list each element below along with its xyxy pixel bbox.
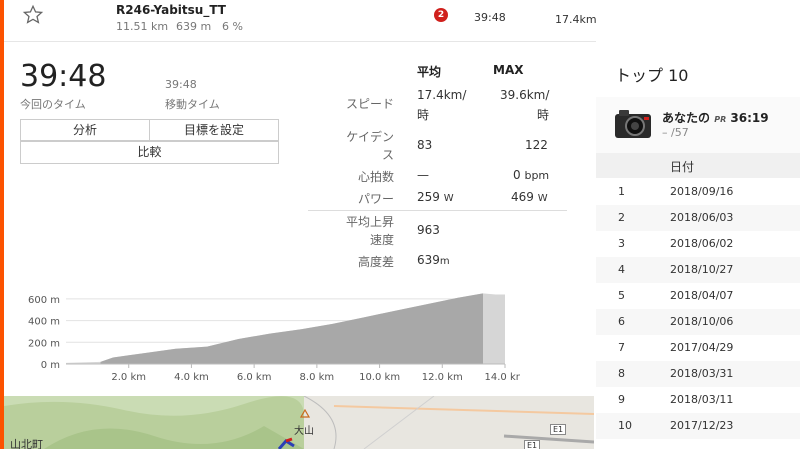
leaderboard-rank: 8 (618, 367, 625, 380)
segment-elevation: 639 m (176, 20, 212, 33)
elevation-gain-label: 高度差 (357, 255, 394, 269)
leaderboard-date: 2017/04/29 (670, 341, 734, 354)
speed-avg-unit: 時 (417, 108, 430, 122)
leaderboard-row[interactable]: 5 2018/04/07 (596, 283, 800, 309)
y-tick-label: 600 m (28, 295, 60, 306)
leaderboard-row[interactable]: 6 2018/10/06 (596, 309, 800, 335)
stats-divider (308, 210, 567, 211)
vam-value: 963 (417, 223, 440, 237)
y-tick-label: 400 m (28, 317, 60, 328)
elevation-area-segment (100, 293, 484, 364)
route-map[interactable]: 大山 山北町 E1 E1 (4, 396, 594, 449)
elevation-gain-value: 639m (417, 253, 450, 267)
leaderboard-row[interactable]: 10 2017/12/23 (596, 413, 800, 439)
activity-accent-bar (0, 0, 4, 449)
speed-max-unit: 時 (537, 108, 550, 122)
avg-column-header: 平均 (417, 65, 442, 79)
leaderboard-date: 2018/10/06 (670, 315, 734, 328)
speed-label: スピード (345, 97, 394, 111)
leaderboard-date: 2018/03/31 (670, 367, 734, 380)
leaderboard-row[interactable]: 8 2018/03/31 (596, 361, 800, 387)
map-road-label: E1 (550, 424, 567, 435)
achievement-badge: 2 (434, 8, 448, 22)
leaderboard-rank: 7 (618, 341, 625, 354)
cadence-label-2: ス (381, 148, 394, 162)
leaderboard-row[interactable]: 7 2017/04/29 (596, 335, 800, 361)
leaderboard-date: 2018/03/11 (670, 393, 734, 406)
leaderboard-date: 2018/06/02 (670, 237, 734, 250)
map-town-label: 山北町 (10, 438, 43, 449)
power-avg: 259 W (417, 190, 454, 204)
segment-grade: 6 % (222, 20, 243, 33)
date-column-header: 日付 (670, 160, 695, 174)
moving-time-label: 移動タイム (165, 98, 220, 111)
heart-rate-max: 0 bpm (513, 168, 550, 182)
y-tick-label: 200 m (28, 338, 60, 349)
y-tick-label: 0 m (41, 360, 60, 371)
leaderboard-rank: 2 (618, 211, 625, 224)
vam-label: 平均上昇 (345, 215, 394, 229)
your-result-name: あなたの PR 36:19 (662, 111, 769, 125)
moving-time: 39:48 (165, 78, 197, 91)
cadence-max: 122 (525, 138, 548, 152)
max-column-header: MAX (493, 63, 524, 77)
x-tick-label: 2.0 km (111, 372, 146, 383)
x-tick-label: 14.0 km (485, 372, 520, 383)
star-icon[interactable] (22, 4, 44, 26)
leaderboard-rank: 6 (618, 315, 625, 328)
leaderboard-title: トップ 10 (615, 66, 689, 85)
leaderboard-header (596, 153, 800, 178)
analysis-button[interactable]: 分析 (20, 119, 150, 141)
leaderboard-date: 2018/10/27 (670, 263, 734, 276)
compare-button[interactable]: 比較 (20, 141, 279, 164)
speed-avg: 17.4km/ (417, 88, 467, 102)
heart-rate-avg: — (417, 168, 429, 182)
leaderboard-rank: 10 (618, 419, 632, 432)
peak-icon (300, 409, 310, 418)
x-tick-label: 6.0 km (237, 372, 272, 383)
leaderboard-rank: 1 (618, 185, 625, 198)
cadence-avg: 83 (417, 138, 433, 152)
top-time: 39:48 (474, 11, 506, 24)
set-goal-button[interactable]: 目標を設定 (149, 119, 279, 141)
heart-rate-label: 心拍数 (357, 170, 394, 184)
leaderboard-date: 2018/04/07 (670, 289, 734, 302)
leaderboard-rank: 4 (618, 263, 625, 276)
leaderboard-date: 2018/09/16 (670, 185, 734, 198)
x-tick-label: 4.0 km (174, 372, 209, 383)
elapsed-time-label: 今回のタイム (20, 98, 86, 111)
x-tick-label: 8.0 km (300, 372, 335, 383)
your-rank: – /57 (662, 126, 689, 139)
map-peak-label: 大山 (294, 426, 314, 437)
leaderboard-row[interactable]: 4 2018/10/27 (596, 257, 800, 283)
leaderboard-row[interactable]: 1 2018/09/16 (596, 179, 800, 205)
cadence-label: ケイデン (346, 130, 394, 144)
divider (4, 41, 600, 42)
map-road-label-2: E1 (524, 440, 541, 449)
speed-max: 39.6km/ (500, 88, 550, 102)
leaderboard-row[interactable]: 3 2018/06/02 (596, 231, 800, 257)
vam-label-2: 速度 (369, 233, 394, 247)
leaderboard-date: 2017/12/23 (670, 419, 734, 432)
segment-name[interactable]: R246-Yabitsu_TT (116, 3, 226, 17)
x-tick-label: 12.0 km (422, 372, 463, 383)
leaderboard-row[interactable]: 9 2018/03/11 (596, 387, 800, 413)
power-max: 469 W (511, 190, 548, 204)
power-label: パワー (357, 192, 394, 206)
avatar[interactable] (614, 108, 652, 140)
segment-distance: 11.51 km (116, 20, 169, 33)
leaderboard-rank: 5 (618, 289, 625, 302)
leaderboard-row[interactable]: 2 2018/06/03 (596, 205, 800, 231)
leaderboard-rank: 3 (618, 237, 625, 250)
leaderboard-date: 2018/06/03 (670, 211, 734, 224)
elapsed-time: 39:48 (20, 59, 107, 94)
elevation-chart[interactable]: 600 m 400 m 200 m 0 m 2.0 km 4.0 km 6.0 km 8.0 … (20, 282, 520, 392)
x-tick-label: 10.0 km (359, 372, 400, 383)
leaderboard-rank: 9 (618, 393, 625, 406)
